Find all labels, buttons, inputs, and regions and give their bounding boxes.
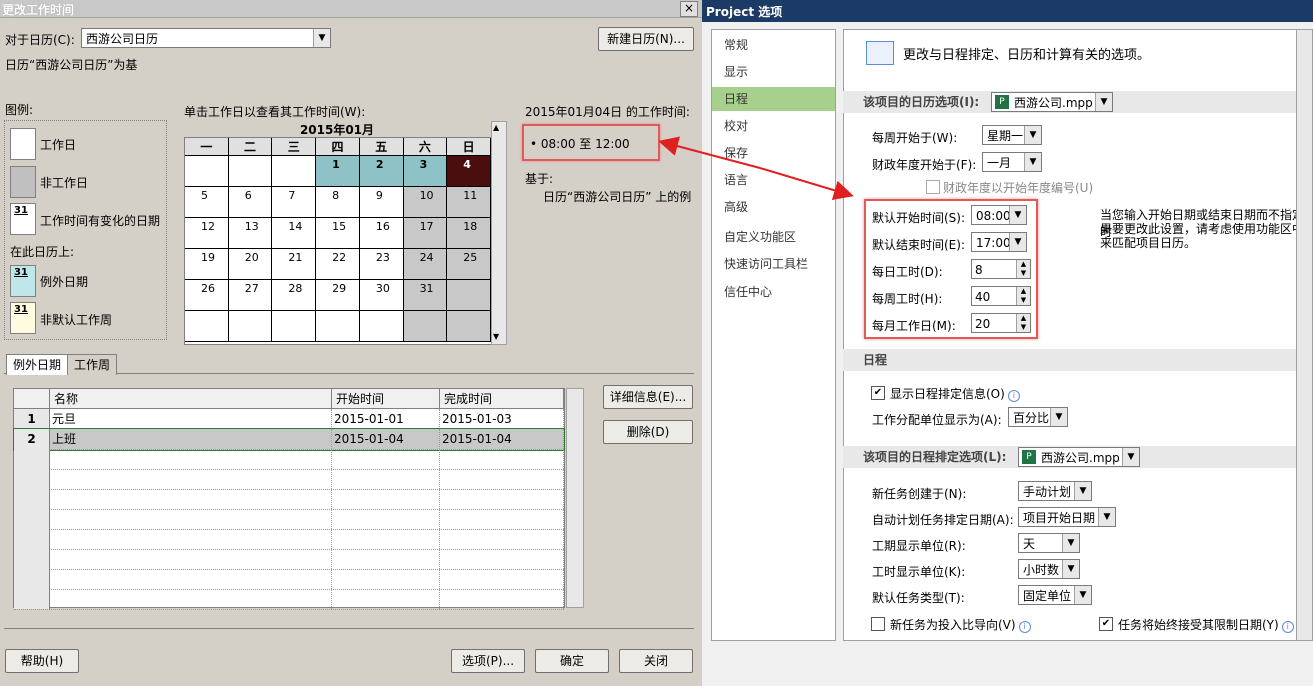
annotation-arrows bbox=[658, 136, 854, 200]
